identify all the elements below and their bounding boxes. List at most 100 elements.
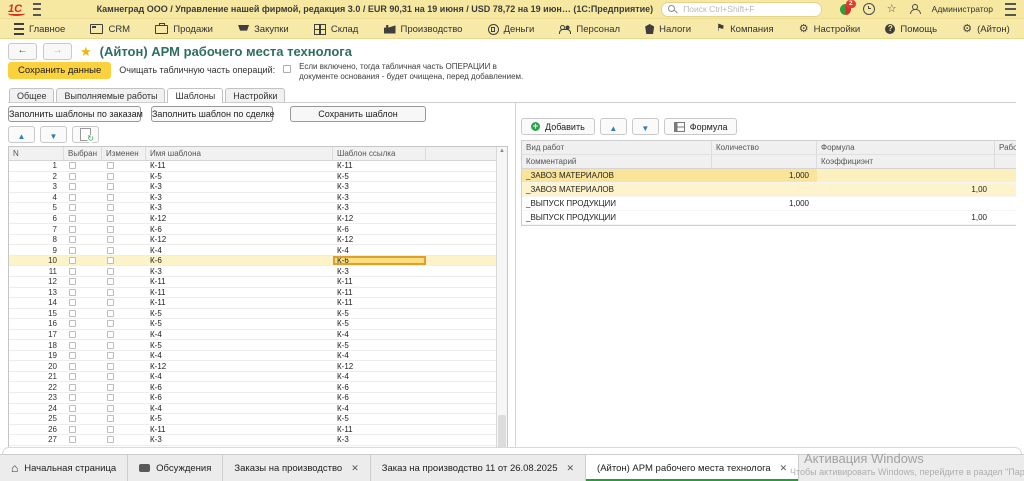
template-row[interactable]: 4К-3К-3	[9, 193, 496, 204]
menu-item-staff[interactable]: Персонал	[559, 24, 620, 35]
changed-checkbox[interactable]	[107, 310, 114, 317]
changed-checkbox[interactable]	[107, 394, 114, 401]
changed-checkbox[interactable]	[107, 415, 114, 422]
menu-item-production[interactable]: Производство	[384, 24, 463, 35]
changed-checkbox[interactable]	[107, 257, 114, 264]
changed-checkbox[interactable]	[107, 363, 114, 370]
user-name[interactable]: Администратор	[932, 4, 993, 14]
menu-item-company[interactable]: Компания	[716, 24, 773, 35]
move-up-button[interactable]	[8, 126, 35, 143]
selected-checkbox[interactable]	[69, 173, 76, 180]
selected-checkbox[interactable]	[69, 236, 76, 243]
template-row[interactable]: 15К-5К-5	[9, 309, 496, 320]
work-row[interactable]: _ЗАВОЗ МАТЕРИАЛОВ1,00	[522, 183, 1016, 197]
template-row[interactable]: 1К-11К-11	[9, 161, 496, 172]
changed-checkbox[interactable]	[107, 194, 114, 201]
column-header-coefficient[interactable]: Коэффициэнт	[817, 155, 995, 168]
column-header-comment[interactable]: Комментарий	[522, 155, 712, 168]
taskbar-tab[interactable]: Начальная страница	[0, 455, 128, 481]
template-row[interactable]: 11К-3К-3	[9, 266, 496, 277]
menu-item-sales[interactable]: Продажи	[155, 24, 213, 35]
selected-checkbox[interactable]	[69, 415, 76, 422]
selected-checkbox[interactable]	[69, 352, 76, 359]
changed-checkbox[interactable]	[107, 226, 114, 233]
selected-checkbox[interactable]	[69, 331, 76, 338]
favorite-star-icon[interactable]	[80, 45, 92, 58]
taskbar-tab[interactable]: (Айтон) АРМ рабочего места технолога✕	[586, 455, 799, 481]
changed-checkbox[interactable]	[107, 247, 114, 254]
selected-checkbox[interactable]	[69, 320, 76, 327]
changed-checkbox[interactable]	[107, 320, 114, 327]
template-row[interactable]: 10К-6К-6	[9, 256, 496, 267]
template-row[interactable]: 12К-11К-11	[9, 277, 496, 288]
tab-Шаблоны[interactable]: Шаблоны	[167, 88, 223, 103]
taskbar-tab[interactable]: Обсуждения	[128, 455, 223, 481]
template-row[interactable]: 19К-4К-4	[9, 351, 496, 362]
menu-item-purchases[interactable]: Закупки	[238, 24, 289, 35]
template-row[interactable]: 24К-4К-4	[9, 404, 496, 415]
template-row[interactable]: 2К-5К-5	[9, 172, 496, 183]
fill-template-by-deal-button[interactable]: Заполнить шаблон по сделке	[151, 106, 273, 122]
vertical-scrollbar[interactable]: ▲ ▼	[496, 147, 507, 459]
changed-checkbox[interactable]	[107, 289, 114, 296]
template-row[interactable]: 27К-3К-3	[9, 435, 496, 446]
taskbar-tab[interactable]: Заказ на производство 11 от 26.08.2025✕	[371, 455, 586, 481]
template-row[interactable]: 21К-4К-4	[9, 372, 496, 383]
changed-checkbox[interactable]	[107, 183, 114, 190]
save-data-button[interactable]: Сохранить данные	[8, 62, 111, 79]
column-header-quantity[interactable]: Количество	[712, 141, 817, 154]
column-header-n[interactable]: N	[9, 147, 64, 160]
work-row[interactable]: _ВЫПУСК ПРОДУКЦИИ1,00	[522, 211, 1016, 225]
main-menu-icon[interactable]	[33, 3, 41, 16]
menu-item-ayton[interactable]: (Айтон)	[962, 24, 1010, 35]
column-header-selected[interactable]: Выбран	[64, 147, 102, 160]
selected-checkbox[interactable]	[69, 278, 76, 285]
changed-checkbox[interactable]	[107, 373, 114, 380]
changed-checkbox[interactable]	[107, 331, 114, 338]
tab-Выполняемые работы[interactable]: Выполняемые работы	[56, 88, 165, 102]
fill-templates-by-orders-button[interactable]: Заполнить шаблоны по заказам	[8, 106, 141, 122]
changed-checkbox[interactable]	[107, 236, 114, 243]
menu-item-taxes[interactable]: Налоги	[645, 24, 691, 35]
template-row[interactable]: 17К-4К-4	[9, 330, 496, 341]
template-row[interactable]: 18К-5К-5	[9, 340, 496, 351]
forward-button[interactable]: →	[43, 43, 72, 60]
template-row[interactable]: 9К-4К-4	[9, 245, 496, 256]
move-down-button[interactable]	[40, 126, 67, 143]
tab-Настройки[interactable]: Настройки	[225, 88, 285, 102]
selected-checkbox[interactable]	[69, 215, 76, 222]
clear-operations-checkbox[interactable]	[283, 65, 291, 73]
selected-checkbox[interactable]	[69, 363, 76, 370]
selected-checkbox[interactable]	[69, 310, 76, 317]
column-header-changed[interactable]: Изменен	[102, 147, 146, 160]
close-icon[interactable]: ✕	[351, 463, 359, 474]
column-header-workcenter[interactable]: Рабочий це	[995, 141, 1016, 154]
selected-checkbox[interactable]	[69, 226, 76, 233]
selected-checkbox[interactable]	[69, 373, 76, 380]
template-row[interactable]: 16К-5К-5	[9, 319, 496, 330]
changed-checkbox[interactable]	[107, 384, 114, 391]
selected-checkbox[interactable]	[69, 162, 76, 169]
selected-checkbox[interactable]	[69, 426, 76, 433]
menu-item-money[interactable]: Деньги	[488, 24, 535, 35]
scroll-up-arrow[interactable]: ▲	[497, 147, 507, 155]
back-button[interactable]: ←	[8, 43, 37, 60]
column-header-ref[interactable]: Шаблон ссылка	[333, 147, 426, 160]
favorites-icon[interactable]	[887, 4, 897, 15]
changed-checkbox[interactable]	[107, 268, 114, 275]
changed-checkbox[interactable]	[107, 352, 114, 359]
menu-item-main[interactable]: Главное	[14, 23, 65, 35]
template-row[interactable]: 25К-5К-5	[9, 414, 496, 425]
scrollbar-thumb[interactable]	[498, 415, 506, 449]
template-row[interactable]: 5К-3К-3	[9, 203, 496, 214]
changed-checkbox[interactable]	[107, 299, 114, 306]
changed-checkbox[interactable]	[107, 204, 114, 211]
selected-checkbox[interactable]	[69, 289, 76, 296]
template-row[interactable]: 8К-12К-12	[9, 235, 496, 246]
column-header-work-type[interactable]: Вид работ	[522, 141, 712, 154]
template-row[interactable]: 7К-6К-6	[9, 224, 496, 235]
template-row[interactable]: 23К-6К-6	[9, 393, 496, 404]
template-row[interactable]: 14К-11К-11	[9, 298, 496, 309]
changed-checkbox[interactable]	[107, 436, 114, 443]
work-row[interactable]: _ВЫПУСК ПРОДУКЦИИ1,000	[522, 197, 1016, 211]
